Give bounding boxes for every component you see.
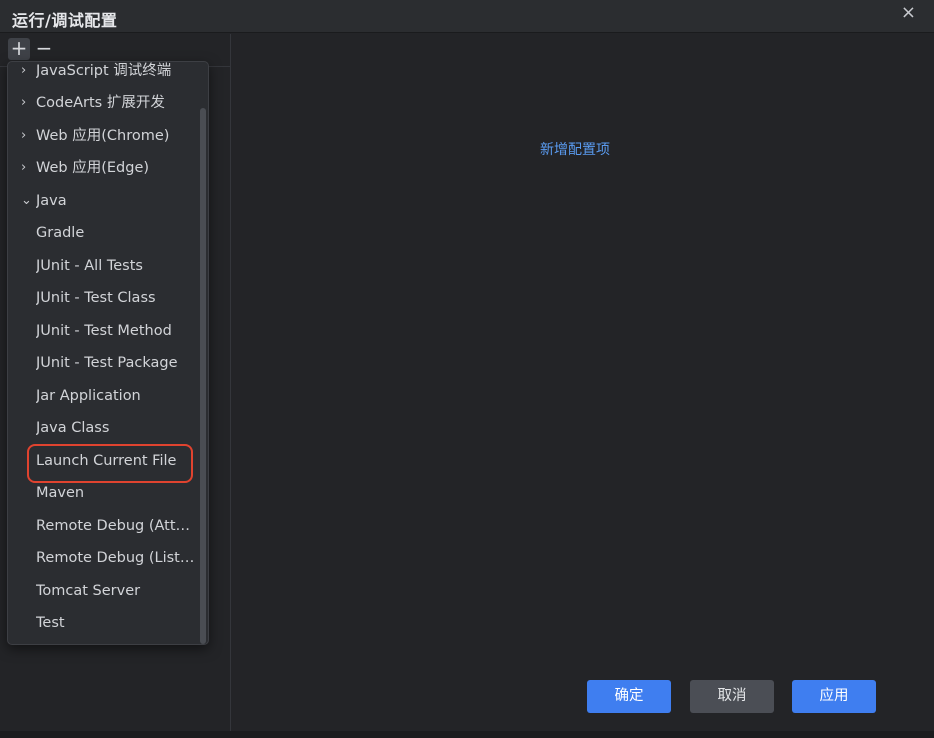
dropdown-item-label: Remote Debug (Atta… [36, 518, 196, 534]
dropdown-item-label: JavaScript 调试终端 [36, 63, 172, 79]
dropdown-item-label: JUnit - Test Method [36, 323, 172, 339]
dropdown-item-label: Web 应用(Edge) [36, 160, 150, 176]
dropdown-item-gradle[interactable]: Gradle [8, 224, 202, 256]
dropdown-item-tomcat-server[interactable]: Tomcat Server [8, 582, 202, 614]
dropdown-item-remote-debug-listen[interactable]: Remote Debug (List… [8, 549, 202, 581]
ok-button[interactable]: 确定 [587, 680, 671, 713]
dropdown-item-label: Gradle [36, 225, 85, 241]
dropdown-item-launch-current-file[interactable]: Launch Current File [8, 452, 202, 484]
dropdown-item-java[interactable]: ⌄ Java [8, 192, 202, 224]
config-detail-pane: 新增配置项 确定 取消 应用 [232, 34, 932, 732]
dropdown-item-maven[interactable]: Maven [8, 484, 202, 516]
add-config-button[interactable]: + [8, 38, 30, 60]
config-type-dropdown: › JavaScript 调试终端 › CodeArts 扩展开发 › Web … [7, 61, 209, 645]
dropdown-scrollbar[interactable] [200, 108, 206, 644]
dropdown-item-label: JUnit - Test Class [36, 290, 156, 306]
dropdown-item-label: Jar Application [36, 388, 141, 404]
dropdown-item-label: Java [36, 193, 67, 209]
dropdown-item-label: JUnit - All Tests [36, 258, 143, 274]
dropdown-item-label: CodeArts 扩展开发 [36, 95, 165, 111]
dropdown-item-junit-all-tests[interactable]: JUnit - All Tests [8, 257, 202, 289]
chevron-right-icon: › [21, 63, 27, 78]
dropdown-item-label: Tomcat Server [36, 583, 141, 599]
dropdown-item-label: Maven [36, 485, 85, 501]
bottom-edge [0, 731, 934, 738]
dialog-title: 运行/调试配置 [12, 11, 118, 30]
title-bar: 运行/调试配置 × [0, 0, 934, 33]
dropdown-item-label: Java Class [36, 420, 110, 436]
remove-config-button[interactable]: − [33, 38, 55, 60]
chevron-down-icon: ⌄ [21, 193, 32, 208]
chevron-right-icon: › [21, 160, 27, 175]
dropdown-item-jar-application[interactable]: Jar Application [8, 387, 202, 419]
dropdown-item-web-app-chrome[interactable]: › Web 应用(Chrome) [8, 127, 202, 159]
dropdown-item-java-class[interactable]: Java Class [8, 419, 202, 451]
close-icon[interactable]: × [901, 4, 916, 22]
chevron-right-icon: › [21, 95, 27, 110]
dropdown-item-web-app-edge[interactable]: › Web 应用(Edge) [8, 159, 202, 191]
dropdown-item-label: JUnit - Test Package [36, 355, 178, 371]
run-debug-config-dialog: 运行/调试配置 × + − 新增配置项 确定 取消 应用 › JavaScrip… [0, 0, 934, 738]
dropdown-item-javascript-debug-terminal[interactable]: › JavaScript 调试终端 [8, 62, 202, 94]
chevron-right-icon: › [21, 128, 27, 143]
dropdown-item-junit-test-class[interactable]: JUnit - Test Class [8, 289, 202, 321]
add-config-link[interactable]: 新增配置项 [540, 139, 610, 159]
dropdown-item-label: Test [36, 615, 65, 631]
dropdown-item-label: Remote Debug (List… [36, 550, 195, 566]
dropdown-item-remote-debug-attach[interactable]: Remote Debug (Atta… [8, 517, 202, 549]
dropdown-item-test[interactable]: Test [8, 614, 202, 644]
dropdown-item-junit-test-method[interactable]: JUnit - Test Method [8, 322, 202, 354]
dropdown-item-label: Web 应用(Chrome) [36, 128, 170, 144]
dropdown-item-label: Launch Current File [36, 453, 177, 469]
dropdown-item-junit-test-package[interactable]: JUnit - Test Package [8, 354, 202, 386]
dropdown-item-codearts-extension[interactable]: › CodeArts 扩展开发 [8, 94, 202, 126]
cancel-button[interactable]: 取消 [690, 680, 774, 713]
apply-button[interactable]: 应用 [792, 680, 876, 713]
